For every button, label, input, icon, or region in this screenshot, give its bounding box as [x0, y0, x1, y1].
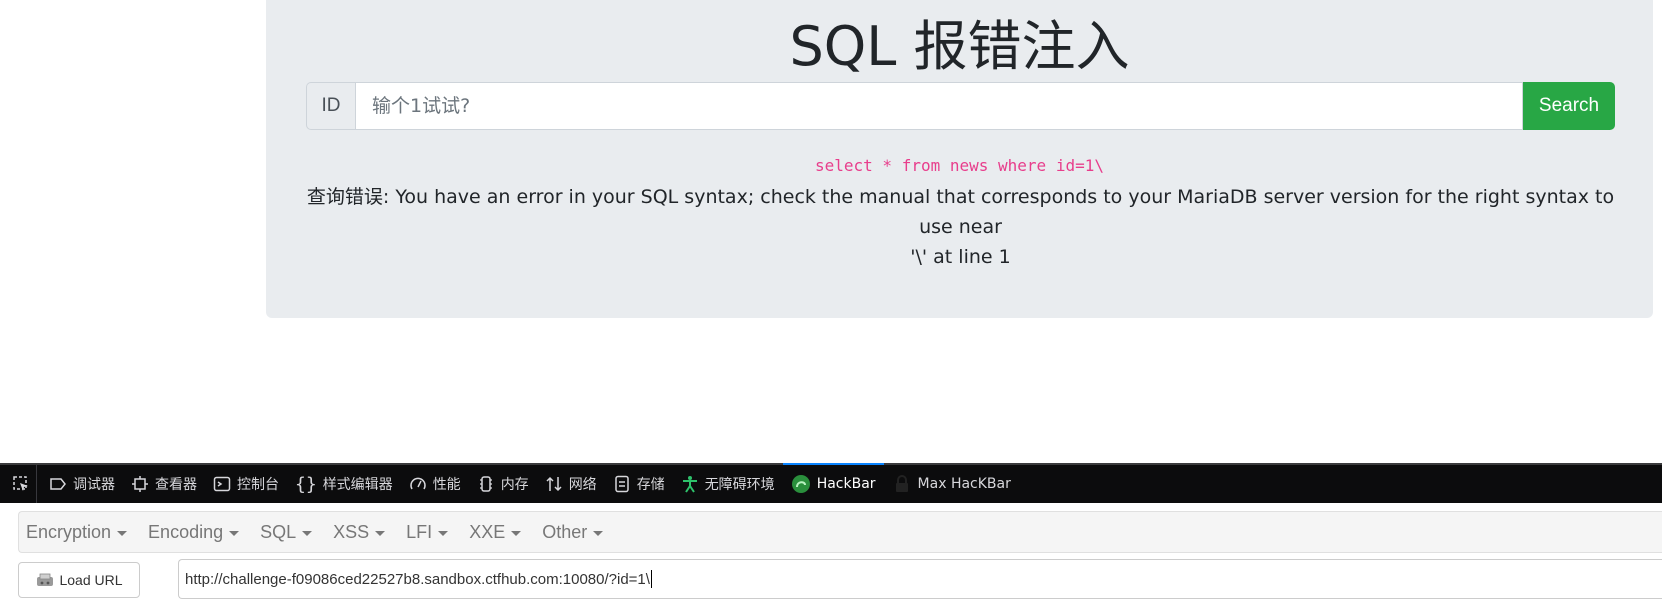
tab-label: 无障碍环境 — [704, 477, 775, 493]
caret-down-icon — [302, 530, 313, 536]
tab-label: 性能 — [432, 477, 461, 493]
memory-icon — [479, 476, 492, 492]
devtools-panel: 调试器 查看器 控制台 {} 样式编辑器 性能 内存 网络 存储 无障碍环境 H… — [0, 463, 1662, 601]
id-search-input[interactable] — [355, 82, 1523, 130]
lock-icon — [895, 475, 908, 492]
style-editor-icon: {} — [295, 473, 317, 495]
caret-down-icon — [593, 530, 604, 536]
tab-debugger[interactable]: 调试器 — [41, 465, 123, 503]
url-text: http://challenge-f09086ced22527b8.sandbo… — [185, 570, 650, 588]
element-picker-icon — [13, 476, 28, 491]
tab-label: Max HacKBar — [917, 476, 1011, 492]
tab-storage[interactable]: 存储 — [605, 465, 673, 503]
hackbar-menu: Encryption Encoding SQL XSS LFI XXE Othe… — [18, 511, 1662, 553]
text-cursor — [650, 570, 652, 588]
menu-lfi[interactable]: LFI — [398, 522, 457, 543]
hackbar-icon — [791, 475, 810, 493]
menu-label: XXE — [469, 521, 506, 542]
tab-label: 控制台 — [237, 477, 279, 493]
tab-label: 查看器 — [155, 477, 197, 493]
tab-style-editor[interactable]: {} 样式编辑器 — [287, 465, 401, 503]
caret-down-icon — [511, 530, 522, 536]
inspector-icon — [132, 476, 148, 492]
tab-label: 调试器 — [73, 477, 115, 493]
tab-label: 存储 — [636, 477, 665, 493]
devtools-toolbar: 调试器 查看器 控制台 {} 样式编辑器 性能 内存 网络 存储 无障碍环境 H… — [0, 463, 1662, 503]
hackbar-panel: Encryption Encoding SQL XSS LFI XXE Othe… — [0, 503, 1662, 603]
accessibility-icon — [682, 476, 697, 493]
error-line-1: 查询错误: You have an error in your SQL synt… — [306, 186, 1615, 238]
menu-label: SQL — [260, 521, 297, 542]
menu-xxe[interactable]: XXE — [461, 522, 530, 543]
menu-xss[interactable]: XSS — [325, 522, 394, 543]
sql-query-text: select * from news where id=1\ — [815, 156, 1104, 175]
menu-label: Encryption — [26, 521, 112, 542]
load-url-icon — [37, 573, 54, 586]
menu-encoding[interactable]: Encoding — [140, 522, 248, 543]
performance-icon — [409, 477, 426, 490]
tab-console[interactable]: 控制台 — [205, 465, 287, 503]
sql-error-message: 查询错误: You have an error in your SQL synt… — [306, 182, 1615, 272]
caret-down-icon — [375, 530, 386, 536]
load-url-label: Load URL — [59, 572, 123, 588]
menu-label: Encoding — [148, 521, 224, 542]
error-line-2: '\' at line 1 — [910, 246, 1011, 268]
menu-label: LFI — [406, 521, 433, 542]
storage-icon — [614, 475, 629, 493]
tab-inspector[interactable]: 查看器 — [123, 465, 205, 503]
console-icon — [213, 476, 231, 492]
debugger-icon — [50, 478, 66, 490]
load-url-button[interactable]: Load URL — [18, 562, 140, 598]
tab-network[interactable]: 网络 — [537, 465, 605, 503]
caret-down-icon — [117, 530, 128, 536]
tab-max-hackbar[interactable]: Max HacKBar — [884, 465, 1019, 503]
element-picker-button[interactable] — [6, 465, 37, 503]
tab-label: 网络 — [568, 477, 597, 493]
search-button[interactable]: Search — [1523, 82, 1615, 130]
tab-label: 内存 — [500, 477, 529, 493]
search-form: ID Search — [306, 82, 1615, 130]
tab-label: 样式编辑器 — [322, 477, 393, 493]
network-icon — [546, 476, 562, 492]
tab-hackbar[interactable]: HackBar — [782, 463, 884, 503]
url-textarea[interactable]: http://challenge-f09086ced22527b8.sandbo… — [178, 559, 1662, 599]
tab-performance[interactable]: 性能 — [401, 465, 469, 503]
tab-memory[interactable]: 内存 — [469, 465, 537, 503]
caret-down-icon — [229, 530, 240, 536]
caret-down-icon — [438, 530, 449, 536]
menu-label: Other — [542, 521, 588, 542]
page-title: SQL 报错注入 — [789, 15, 1130, 78]
menu-label: XSS — [333, 521, 370, 542]
tab-accessibility[interactable]: 无障碍环境 — [673, 465, 783, 503]
id-prefix-label: ID — [306, 82, 355, 130]
menu-encryption[interactable]: Encryption — [19, 522, 136, 543]
menu-other[interactable]: Other — [534, 522, 612, 543]
menu-sql[interactable]: SQL — [252, 522, 321, 543]
tab-label: HackBar — [816, 476, 876, 492]
